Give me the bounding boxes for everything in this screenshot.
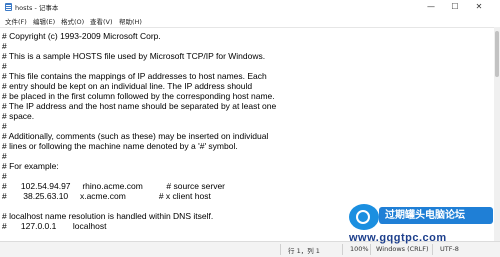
window-title: hosts - 记事本 [15, 4, 59, 12]
maximize-button[interactable]: ☐ [444, 0, 466, 14]
text-line: # This is a sample HOSTS file used by Mi… [2, 51, 266, 61]
close-button[interactable]: ✕ [468, 0, 490, 14]
cursor-position: 行 1，列 1 [288, 247, 320, 255]
text-line: # space. [2, 111, 35, 121]
text-line: # Copyright (c) 1993-2009 Microsoft Corp… [2, 31, 161, 41]
menu-format[interactable]: 格式(O) [61, 16, 84, 26]
text-line: # be placed in the first column followed… [2, 91, 275, 101]
scroll-thumb[interactable] [495, 31, 499, 77]
text-line: # 38.25.63.10 x.acme.com # x client host [2, 191, 211, 201]
watermark-title: 过期罐头电脑论坛 [379, 207, 493, 224]
text-line: # lines or following the machine name de… [2, 141, 238, 151]
text-line: # [2, 61, 7, 71]
site-watermark: 过期罐头电脑论坛 www.gqgtpc.com [343, 200, 499, 248]
text-line: # The IP address and the host name shoul… [2, 101, 277, 111]
text-line: # localhost name resolution is handled w… [2, 211, 214, 221]
watermark-url: www.gqgtpc.com [349, 232, 447, 244]
menu-file[interactable]: 文件(F) [5, 16, 27, 26]
text-line: # Additionally, comments (such as these)… [2, 131, 269, 141]
watermark-logo-icon [349, 204, 379, 230]
minimize-button[interactable]: — [420, 0, 442, 14]
text-line: # This file contains the mappings of IP … [2, 71, 267, 81]
text-line: # [2, 151, 7, 161]
status-divider [280, 244, 281, 255]
text-line: # For example: [2, 161, 59, 171]
text-line: # [2, 121, 7, 131]
text-line: # [2, 171, 7, 181]
title-bar: hosts - 记事本 — ☐ ✕ [0, 0, 500, 15]
text-line: # 127.0.0.1 localhost [2, 221, 107, 231]
text-line: # entry should be kept on an individual … [2, 81, 253, 91]
menu-edit[interactable]: 编辑(E) [33, 16, 55, 26]
menu-view[interactable]: 查看(V) [90, 16, 113, 26]
text-line: # 102.54.94.97 rhino.acme.com # source s… [2, 181, 225, 191]
menu-bar: 文件(F) 编辑(E) 格式(O) 查看(V) 帮助(H) [0, 15, 500, 27]
text-line: # [2, 41, 7, 51]
notepad-icon [5, 3, 12, 11]
menu-help[interactable]: 帮助(H) [119, 16, 142, 26]
